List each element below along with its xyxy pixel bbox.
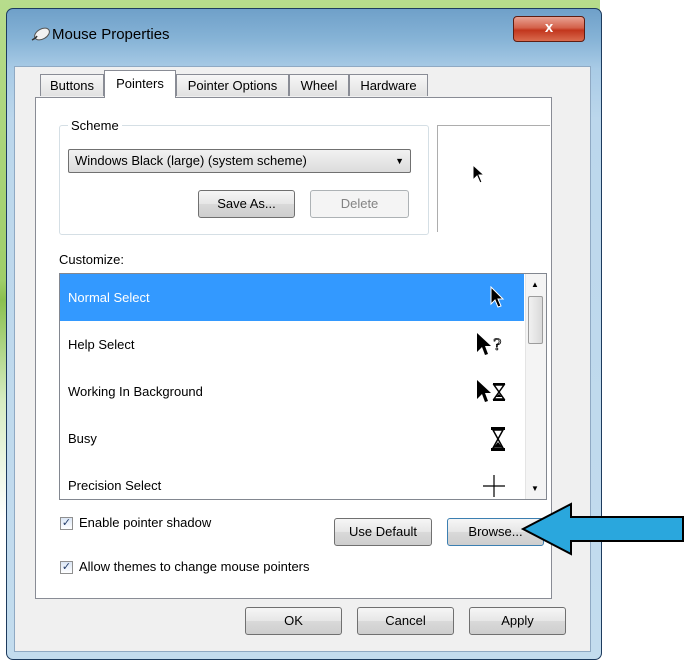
working-cursor-icon — [476, 368, 506, 415]
tab-pointer-options[interactable]: Pointer Options — [176, 74, 289, 96]
list-scrollbar[interactable]: ▲ ▼ — [525, 274, 546, 499]
save-as-button[interactable]: Save As... — [198, 190, 295, 218]
ok-button[interactable]: OK — [245, 607, 342, 635]
list-item[interactable]: Working In Background — [60, 368, 524, 415]
scheme-selected-value: Windows Black (large) (system scheme) — [75, 153, 307, 168]
shadow-checkbox[interactable]: ✓ — [60, 517, 73, 530]
annotation-arrow-icon — [520, 502, 684, 556]
scheme-legend: Scheme — [68, 118, 122, 133]
list-item[interactable]: Normal Select — [60, 274, 524, 321]
scheme-dropdown[interactable]: Windows Black (large) (system scheme) ▼ — [68, 149, 411, 173]
themes-label: Allow themes to change mouse pointers — [79, 559, 310, 574]
use-default-button[interactable]: Use Default — [334, 518, 432, 546]
customize-label: Customize: — [59, 252, 125, 267]
window-title: Mouse Properties — [52, 26, 170, 43]
pointer-preview-box — [437, 125, 550, 232]
mouse-app-icon — [31, 27, 50, 41]
tab-pointers[interactable]: Pointers — [104, 70, 176, 98]
pointer-list[interactable]: Normal Select Help Select ? Working In B… — [59, 273, 547, 500]
help-cursor-icon: ? — [476, 321, 506, 368]
scrollbar-thumb[interactable] — [528, 296, 543, 344]
list-item[interactable]: Precision Select — [60, 462, 524, 499]
scroll-down-icon[interactable]: ▼ — [531, 484, 539, 493]
shadow-label: Enable pointer shadow — [79, 515, 212, 530]
hourglass-icon — [490, 415, 506, 462]
close-button[interactable]: x — [513, 16, 585, 42]
cancel-button[interactable]: Cancel — [357, 607, 454, 635]
scroll-up-icon[interactable]: ▲ — [531, 280, 539, 289]
tab-wheel[interactable]: Wheel — [289, 74, 349, 96]
tab-hardware[interactable]: Hardware — [349, 74, 428, 96]
preview-arrow-cursor-icon — [472, 164, 486, 184]
apply-button[interactable]: Apply — [469, 607, 566, 635]
tab-buttons[interactable]: Buttons — [40, 74, 104, 96]
list-item[interactable]: Help Select ? — [60, 321, 524, 368]
themes-checkbox[interactable]: ✓ — [60, 561, 73, 574]
chevron-down-icon: ▼ — [395, 156, 404, 166]
delete-button[interactable]: Delete — [310, 190, 409, 218]
close-icon: x — [544, 19, 554, 36]
list-item[interactable]: Busy — [60, 415, 524, 462]
arrow-cursor-icon — [490, 274, 506, 321]
svg-text:?: ? — [493, 335, 502, 354]
crosshair-icon — [482, 462, 506, 499]
scheme-groupbox — [59, 125, 429, 235]
